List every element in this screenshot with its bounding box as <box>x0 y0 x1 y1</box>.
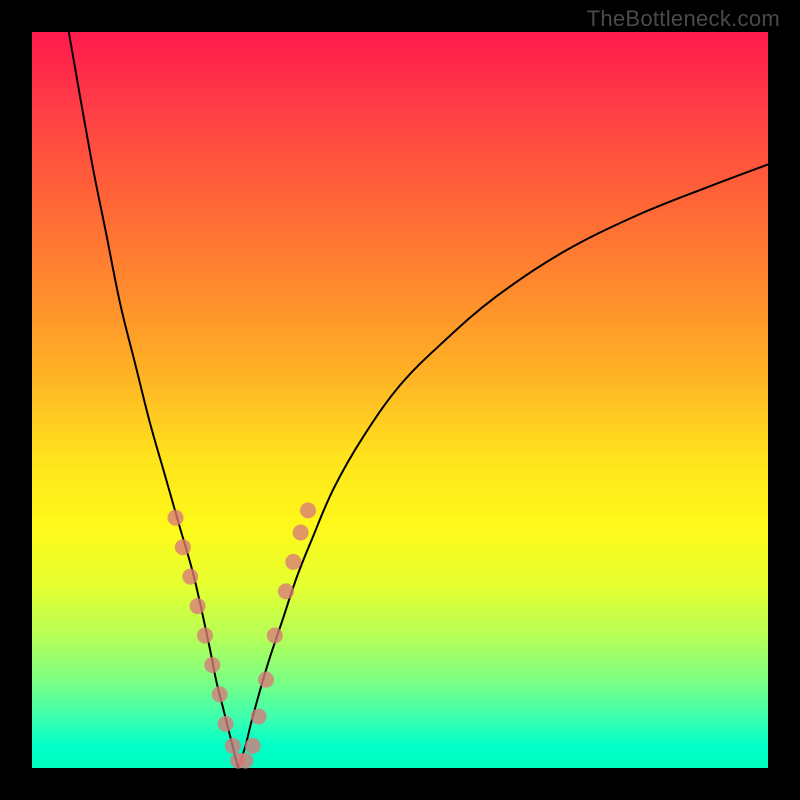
marker-point <box>218 716 234 732</box>
marker-point <box>212 686 228 702</box>
chart-frame: TheBottleneck.com <box>0 0 800 800</box>
marker-point <box>278 583 294 599</box>
marker-point <box>168 510 184 526</box>
watermark-text: TheBottleneck.com <box>587 6 780 32</box>
marker-cluster <box>168 502 316 768</box>
marker-point <box>197 628 213 644</box>
marker-point <box>245 738 261 754</box>
marker-point <box>293 524 309 540</box>
plot-area <box>32 32 768 768</box>
marker-point <box>285 554 301 570</box>
curve-right-arm <box>238 164 768 768</box>
marker-point <box>267 628 283 644</box>
chart-overlay <box>32 32 768 768</box>
marker-point <box>175 539 191 555</box>
marker-point <box>237 753 253 769</box>
marker-point <box>190 598 206 614</box>
marker-point <box>204 657 220 673</box>
marker-point <box>258 672 274 688</box>
marker-point <box>182 569 198 585</box>
marker-point <box>225 738 241 754</box>
marker-point <box>251 708 267 724</box>
marker-point <box>300 502 316 518</box>
